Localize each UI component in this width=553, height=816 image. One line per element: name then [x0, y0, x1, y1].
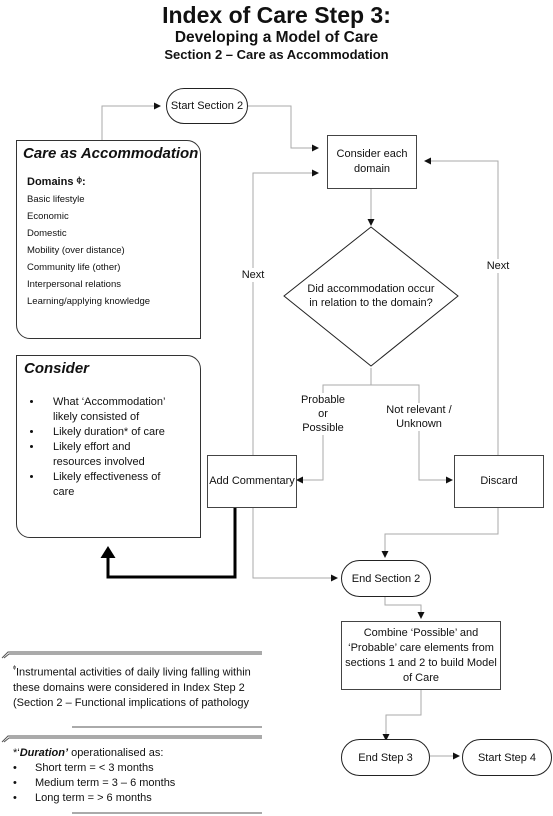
edge-commentary-to-end [252, 506, 338, 582]
note-divider [1, 651, 262, 659]
edge-label-next-right: Next [483, 259, 513, 273]
domain-item: Basic lifestyle [27, 194, 85, 205]
edge-label-probable: Probable or Possible [300, 393, 346, 435]
edge-panel-to-start [101, 102, 161, 140]
end-section-node: End Section 2 [341, 560, 431, 597]
duration-item: • Long term = > 6 months [13, 792, 152, 804]
domain-item: Interpersonal relations [27, 279, 121, 290]
duration-item: • Short term = < 3 months [13, 762, 154, 774]
consider-item: Likely effectiveness of care [43, 470, 173, 500]
care-panel-heading: Care as Accommodation [23, 145, 199, 162]
domain-item: Community life (other) [27, 262, 121, 273]
consider-panel-heading: Consider [24, 360, 90, 377]
start-step-node: Start Step 4 [462, 739, 552, 776]
domains-footnote: ᶲInstrumental activities of daily living… [13, 664, 251, 709]
edge-start-to-consider [236, 105, 319, 152]
combine-node: Combine ‘Possible’ and ‘Probable’ care e… [341, 621, 501, 690]
note-divider [1, 735, 262, 743]
edge-end-to-combine [384, 597, 425, 619]
add-commentary-node: Add Commentary [207, 455, 297, 508]
domain-item: Economic [27, 211, 69, 222]
edge-label-next-left: Next [238, 268, 268, 282]
consider-each-domain-node: Consider each domain [327, 135, 417, 189]
edge-decision-not-relevant [371, 384, 453, 484]
edge-combine-to-endstep [382, 690, 422, 741]
end-step-node: End Step 3 [341, 739, 430, 776]
consider-panel: Consider What ‘Accommodation’ likely con… [16, 355, 201, 538]
consider-item: What ‘Accommodation’ likely consisted of [43, 395, 173, 425]
discard-node: Discard [454, 455, 544, 508]
care-as-accommodation-panel: Care as Accommodation Domains ᶲ: Basic l… [16, 140, 201, 339]
consider-item: Likely duration* of care [43, 425, 173, 440]
decision-text: Did accommodation occur in relation to t… [307, 283, 435, 309]
domains-label: Domains ᶲ: [27, 176, 86, 188]
duration-item: • Medium term = 3 – 6 months [13, 777, 176, 789]
start-section-node: Start Section 2 [166, 88, 248, 124]
domain-item: Mobility (over distance) [27, 245, 125, 256]
edge-discard-to-end [381, 506, 499, 558]
domain-item: Domestic [27, 228, 67, 239]
consider-item: Likely effort and resources involved [43, 440, 173, 470]
duration-footnote: *‘Duration’ operationalised as: • Short t… [13, 746, 263, 806]
domain-item: Learning/applying knowledge [27, 296, 151, 307]
edge-label-not-relevant: Not relevant / Unknown [380, 403, 458, 431]
